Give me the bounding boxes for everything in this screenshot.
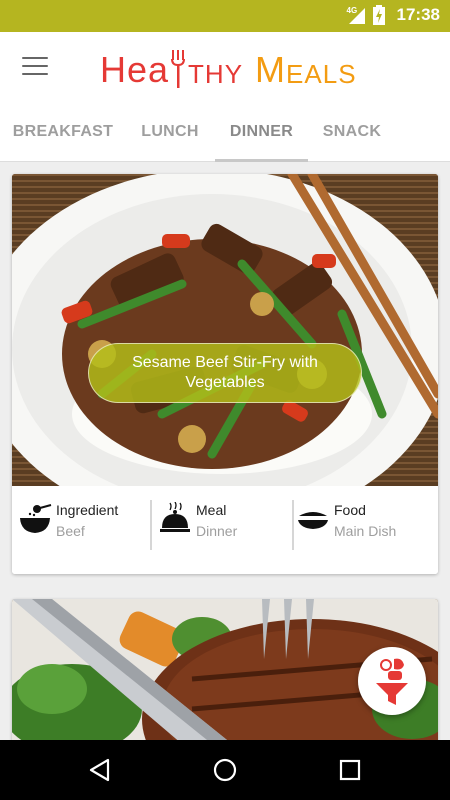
meal-cloche-icon (160, 502, 190, 532)
info-divider (150, 500, 152, 550)
status-bar: 4G 17:38 (0, 0, 450, 32)
recents-icon[interactable] (336, 756, 364, 784)
tab-breakfast[interactable]: BREAKFAST (8, 106, 118, 162)
active-tab-indicator (215, 159, 308, 162)
signal-icon: 4G (347, 6, 367, 24)
recipe-photo: Sesame Beef Stir-Fry with Vegetables (12, 174, 438, 486)
recipe-title: Sesame Beef Stir-Fry with Vegetables (88, 343, 362, 403)
info-food: Food Main Dish (296, 500, 436, 556)
status-icons: 4G 17:38 (347, 5, 440, 25)
recipe-info-row: Ingredient Beef Meal Dinner Food Main Di… (12, 486, 438, 574)
hamburger-icon-line (22, 73, 48, 75)
back-icon[interactable] (86, 756, 114, 784)
logo-part-m: M (255, 49, 287, 90)
category-tabs: BREAKFAST LUNCH DINNER SNACK (0, 106, 450, 162)
hamburger-icon-line (22, 65, 48, 67)
logo-part-thy: thy (188, 59, 244, 89)
info-ingredient: Ingredient Beef (18, 500, 148, 556)
info-ingredient-value: Beef (56, 523, 85, 539)
tab-lunch[interactable]: LUNCH (128, 106, 212, 162)
info-meal-value: Dinner (196, 523, 238, 539)
info-ingredient-label: Ingredient (56, 502, 119, 518)
food-dish-icon (298, 512, 328, 529)
stir-fry-illustration (12, 174, 438, 486)
info-divider (292, 500, 294, 550)
network-type-label: 4G (346, 6, 358, 15)
logo-part-eals: eals (286, 59, 357, 89)
logo-part-h: Hea (100, 49, 170, 90)
meat-funnel-filter-icon (376, 658, 408, 705)
info-meal: Meal Dinner (158, 500, 288, 556)
home-icon[interactable] (211, 756, 239, 784)
recipe-card[interactable]: Sesame Beef Stir-Fry with Vegetables Ing… (12, 174, 438, 574)
fork-icon (171, 50, 186, 88)
status-time: 17:38 (396, 5, 440, 24)
filter-fab-button[interactable] (358, 647, 426, 715)
menu-button[interactable] (22, 57, 48, 79)
tab-dinner[interactable]: DINNER (215, 106, 308, 162)
hamburger-icon-line (22, 57, 48, 59)
app-bar: Hea thy M eals (0, 32, 450, 106)
app-logo: Hea thy M eals (100, 48, 357, 88)
info-meal-label: Meal (196, 502, 227, 518)
info-food-label: Food (334, 502, 366, 518)
info-food-value: Main Dish (334, 523, 397, 539)
tab-snack[interactable]: SNACK (314, 106, 390, 162)
system-nav-bar (0, 740, 450, 800)
ingredient-bowl-icon (20, 504, 52, 533)
battery-icon (372, 5, 385, 25)
